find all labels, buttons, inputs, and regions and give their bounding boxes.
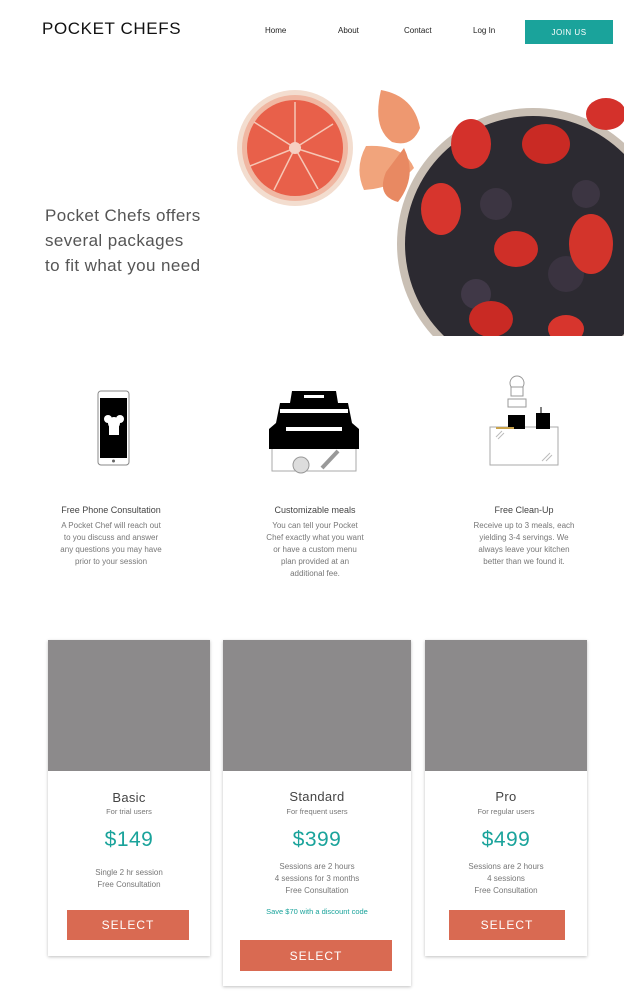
plan-audience: For frequent users xyxy=(286,807,348,816)
phone-chef-icon xyxy=(97,390,130,466)
plan-feature: 4 sessions for 3 months xyxy=(274,874,360,883)
hero-heading: Pocket Chefs offers several packages to … xyxy=(45,203,255,278)
plan-price: $499 xyxy=(481,828,531,851)
plan-audience: For regular users xyxy=(477,807,535,816)
feature-desc-line: You can tell your Pocket xyxy=(272,521,358,530)
feature-title: Free Clean-Up xyxy=(494,505,554,515)
grapefruit-image xyxy=(237,90,353,206)
plan-features: Sessions are 2 hours 4 sessions Free Con… xyxy=(425,861,587,897)
plan-feature: Sessions are 2 hours xyxy=(279,862,355,871)
feature-desc-line: Chef exactly what you want xyxy=(266,533,364,542)
feature-desc-line: any questions you may have xyxy=(60,545,162,554)
hero-line-2: several packages xyxy=(45,231,184,250)
nav-home[interactable]: Home xyxy=(265,26,286,35)
plan-card-basic: Basic For trial users $149 Single 2 hr s… xyxy=(48,640,210,956)
hero-line-1: Pocket Chefs offers xyxy=(45,206,201,225)
feature-desc-line: prior to your session xyxy=(74,557,148,566)
berry-bowl-image xyxy=(397,98,624,336)
feature-description: A Pocket Chef will reach out to you disc… xyxy=(21,520,201,568)
feature-desc-line: yielding 3-4 servings. We xyxy=(479,533,569,542)
feature-desc-line: Receive up to 3 meals, each xyxy=(473,521,575,530)
join-button[interactable]: JOIN US xyxy=(525,20,613,44)
serving-dish-icon xyxy=(269,391,359,474)
plan-name: Pro xyxy=(495,789,517,804)
plan-feature: 4 sessions xyxy=(487,874,525,883)
feature-desc-line: additional fee. xyxy=(290,569,340,578)
feature-desc-line: A Pocket Chef will reach out xyxy=(61,521,161,530)
feature-meals: Customizable meals You can tell your Poc… xyxy=(225,505,405,580)
select-standard-button[interactable]: SELECT xyxy=(240,940,392,971)
plan-image-placeholder xyxy=(223,640,411,771)
feature-desc-line: always leave your kitchen xyxy=(478,545,570,554)
plan-card-standard: Standard For frequent users $399 Session… xyxy=(223,640,411,986)
feature-desc-line: or have a custom menu xyxy=(273,545,357,554)
chef-kitchen-icon xyxy=(489,375,559,466)
plan-feature: Free Consultation xyxy=(285,886,349,895)
feature-phone: Free Phone Consultation A Pocket Chef wi… xyxy=(21,505,201,568)
plan-feature: Free Consultation xyxy=(97,880,161,889)
plan-price: $399 xyxy=(292,828,342,851)
discount-code-link[interactable]: Save $70 with a discount code xyxy=(223,907,411,916)
feature-desc-line: better than we found it. xyxy=(483,557,565,566)
feature-title: Free Phone Consultation xyxy=(61,505,161,515)
plan-feature: Free Consultation xyxy=(474,886,538,895)
select-pro-button[interactable]: SELECT xyxy=(449,910,565,940)
feature-cleanup: Free Clean-Up Receive up to 3 meals, eac… xyxy=(434,505,614,568)
plan-price: $149 xyxy=(104,828,154,851)
plan-name: Basic xyxy=(112,790,146,805)
site-logo[interactable]: POCKET CHEFS xyxy=(42,19,181,39)
plan-features: Single 2 hr session Free Consultation xyxy=(48,867,210,891)
nav-contact[interactable]: Contact xyxy=(404,26,432,35)
plan-image-placeholder xyxy=(425,640,587,771)
nav-about[interactable]: About xyxy=(338,26,359,35)
feature-desc-line: plan provided at an xyxy=(280,557,350,566)
hero-line-3: to fit what you need xyxy=(45,256,201,275)
hero-food-image xyxy=(237,90,624,336)
plan-image-placeholder xyxy=(48,640,210,771)
feature-description: Receive up to 3 meals, each yielding 3-4… xyxy=(434,520,614,568)
feature-desc-line: to you discuss and answer xyxy=(63,533,159,542)
feature-title: Customizable meals xyxy=(274,505,356,515)
plan-feature: Sessions are 2 hours xyxy=(468,862,544,871)
feature-description: You can tell your Pocket Chef exactly wh… xyxy=(225,520,405,580)
plan-audience: For trial users xyxy=(106,807,152,816)
plan-card-pro: Pro For regular users $499 Sessions are … xyxy=(425,640,587,956)
nav-login[interactable]: Log In xyxy=(473,26,495,35)
plan-features: Sessions are 2 hours 4 sessions for 3 mo… xyxy=(223,861,411,897)
select-basic-button[interactable]: SELECT xyxy=(67,910,189,940)
plan-name: Standard xyxy=(289,789,345,804)
plan-feature: Single 2 hr session xyxy=(95,868,163,877)
